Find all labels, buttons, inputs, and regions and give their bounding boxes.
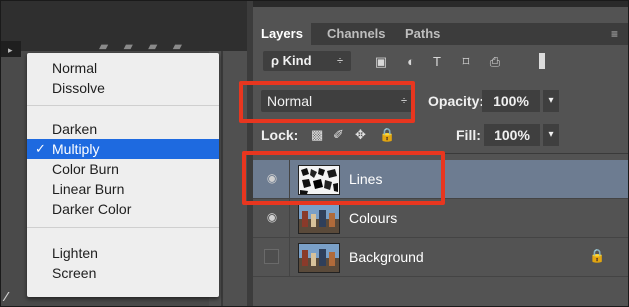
lock-all-icon[interactable]: 🔒 xyxy=(379,127,395,143)
divider xyxy=(253,153,628,154)
blend-mode-menu: Normal Dissolve Darken ✓ Multiply Color … xyxy=(27,53,219,297)
menu-divider xyxy=(27,227,219,228)
lock-transparent-pixels-icon[interactable]: ▩ xyxy=(311,127,323,143)
layer-name: Background xyxy=(349,249,424,265)
menu-item-darker-color[interactable]: Darker Color xyxy=(27,199,219,219)
panel-menu-icon[interactable]: ≡ xyxy=(611,23,618,45)
dropdown-arrow-icon: ÷ xyxy=(336,55,343,67)
menu-item-lighten[interactable]: Lighten xyxy=(27,243,219,263)
tab-layers[interactable]: Layers xyxy=(253,23,311,45)
smart-object-filter-icon[interactable]: ⎙ xyxy=(487,55,503,69)
collapse-caret-icon: ▸ xyxy=(8,45,13,55)
tab-channels[interactable]: Channels xyxy=(319,23,394,45)
blend-mode-select[interactable]: Normal ÷ xyxy=(261,90,415,112)
opacity-slider-arrow-icon[interactable]: ▾ xyxy=(543,90,559,112)
tab-paths[interactable]: Paths xyxy=(397,23,448,45)
eye-icon[interactable]: ◉ xyxy=(263,170,281,186)
fill-field[interactable]: 100% xyxy=(484,124,540,146)
filter-toggle[interactable] xyxy=(539,53,545,69)
kind-filter-select[interactable]: ρ Kind ÷ xyxy=(263,51,351,71)
layer-row-background[interactable]: Background 🔒 xyxy=(253,238,628,277)
menu-item-screen[interactable]: Screen xyxy=(27,263,219,283)
layer-row-colours[interactable]: ◉ Colours xyxy=(253,199,628,238)
pixel-filter-icon[interactable]: ▣ xyxy=(373,55,389,69)
menu-item-linear-burn[interactable]: Linear Burn xyxy=(27,179,219,199)
layers-panel: Layers Channels Paths ≡ ρ Kind ÷ ▣ ◐ T ⌑… xyxy=(253,1,628,306)
fill-label: Fill: xyxy=(456,127,481,143)
layer-thumbnail xyxy=(298,165,340,195)
layer-thumbnail xyxy=(298,243,340,273)
lock-label: Lock: xyxy=(261,127,299,143)
eye-icon[interactable]: ◉ xyxy=(263,209,281,225)
filter-row: ρ Kind ÷ ▣ ◐ T ⌑ ⎙ xyxy=(253,49,628,75)
toolbar-icons: ▰ ▰ ▰ ▰ xyxy=(99,39,188,53)
type-filter-icon[interactable]: T xyxy=(429,55,445,69)
panel-header-strip xyxy=(253,1,628,7)
lock-icon: 🔒 xyxy=(589,248,606,263)
app-window: ▸ ▰ ▰ ▰ ▰ ∕ Normal Dissolve Darken ✓ Mul… xyxy=(0,0,629,307)
checkmark-icon: ✓ xyxy=(35,141,46,156)
fill-slider-arrow-icon[interactable]: ▾ xyxy=(543,124,559,146)
adjustment-filter-icon[interactable]: ◐ xyxy=(403,55,419,69)
layer-name: Lines xyxy=(349,171,383,187)
layer-row-lines[interactable]: ◉ Lines xyxy=(253,160,628,199)
opacity-label: Opacity: xyxy=(428,93,485,109)
lock-position-icon[interactable]: ✥ xyxy=(355,127,366,143)
dropdown-arrow-icon: ÷ xyxy=(400,95,407,107)
blend-row: Normal ÷ Opacity: 100% ▾ xyxy=(253,85,628,115)
visibility-toggle[interactable] xyxy=(264,249,279,264)
layer-thumbnail xyxy=(298,204,340,234)
layer-name: Colours xyxy=(349,210,398,226)
opacity-field[interactable]: 100% xyxy=(482,90,540,112)
menu-item-normal[interactable]: Normal xyxy=(27,58,219,78)
menu-divider xyxy=(27,105,219,106)
menu-item-color-burn[interactable]: Color Burn xyxy=(27,159,219,179)
lock-image-pixels-icon[interactable]: ✐ xyxy=(333,127,344,143)
lock-row: Lock: ▩ ✐ ✥ 🔒 Fill: 100% ▾ xyxy=(253,121,628,149)
menu-item-multiply[interactable]: ✓ Multiply xyxy=(27,139,219,159)
menu-item-dissolve[interactable]: Dissolve xyxy=(27,78,219,98)
brush-tool-icon[interactable]: ∕ xyxy=(5,289,7,304)
shape-filter-icon[interactable]: ⌑ xyxy=(458,55,474,69)
menu-item-darken[interactable]: Darken xyxy=(27,119,219,139)
